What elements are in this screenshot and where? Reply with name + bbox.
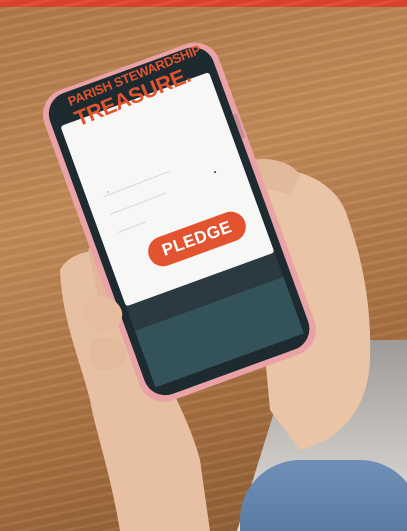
scene-illustration <box>42 42 371 531</box>
photo: PARISH STEWARDSHIP TREASURE. ▪ ▪ PLEDGE <box>0 0 407 531</box>
